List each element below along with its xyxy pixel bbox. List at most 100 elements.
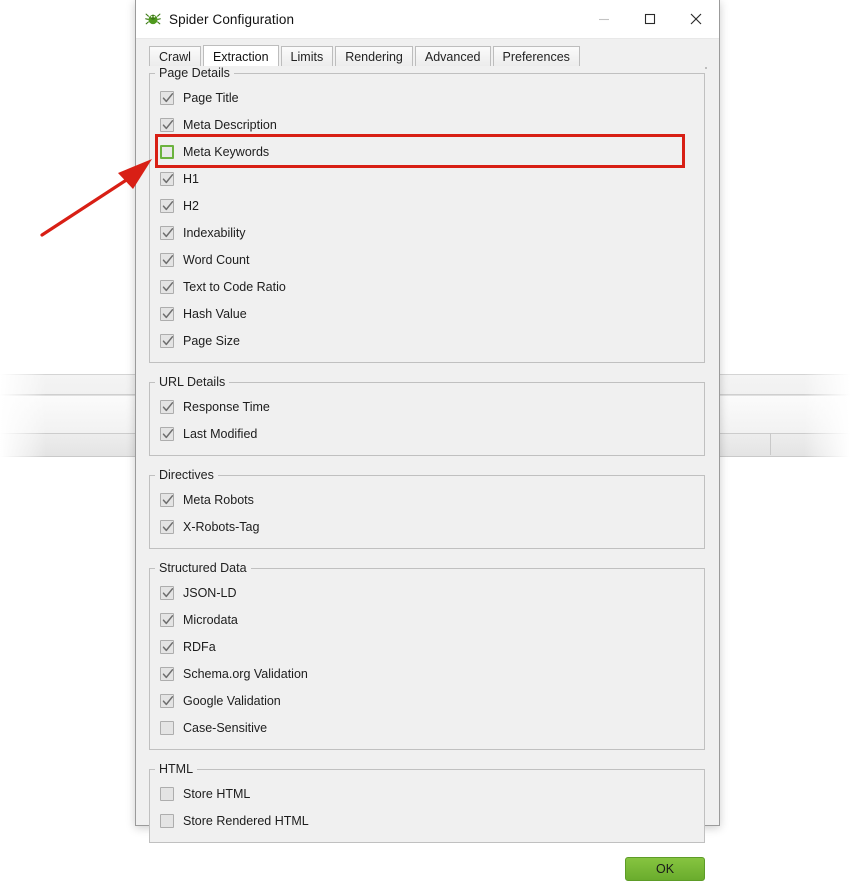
- checkbox-label-text-to-code-ratio: Text to Code Ratio: [183, 280, 286, 294]
- checkbox-row-meta-description[interactable]: Meta Description: [150, 111, 704, 138]
- window-controls: [581, 0, 719, 38]
- checkbox-google-validation[interactable]: [160, 694, 174, 708]
- checkmark-icon: [162, 521, 174, 533]
- close-button[interactable]: [673, 0, 719, 38]
- group-legend-directives: Directives: [155, 468, 218, 482]
- tab-limits[interactable]: Limits: [281, 46, 334, 68]
- group-page-details: Page Details Page Title Meta Description Me…: [149, 66, 705, 363]
- checkbox-word-count[interactable]: [160, 253, 174, 267]
- checkbox-label-h1: H1: [183, 172, 199, 186]
- checkbox-schema-org-validation[interactable]: [160, 667, 174, 681]
- checkmark-icon: [162, 587, 174, 599]
- checkbox-row-page-size[interactable]: Page Size: [150, 327, 704, 354]
- checkbox-row-store-rendered-html[interactable]: Store Rendered HTML: [150, 807, 704, 834]
- checkbox-row-rdfa[interactable]: RDFa: [150, 633, 704, 660]
- checkbox-label-schema-org-validation: Schema.org Validation: [183, 667, 308, 681]
- checkbox-label-microdata: Microdata: [183, 613, 238, 627]
- close-icon: [689, 12, 703, 26]
- checkbox-label-response-time: Response Time: [183, 400, 270, 414]
- checkmark-icon: [162, 614, 174, 626]
- tab-crawl[interactable]: Crawl: [149, 46, 201, 68]
- checkbox-page-title[interactable]: [160, 91, 174, 105]
- checkbox-text-to-code-ratio[interactable]: [160, 280, 174, 294]
- checkbox-row-google-validation[interactable]: Google Validation: [150, 687, 704, 714]
- checkbox-label-last-modified: Last Modified: [183, 427, 257, 441]
- checkbox-label-page-title: Page Title: [183, 91, 239, 105]
- checkmark-icon: [162, 401, 174, 413]
- checkbox-row-x-robots-tag[interactable]: X-Robots-Tag: [150, 513, 704, 540]
- checkbox-label-meta-keywords: Meta Keywords: [183, 145, 269, 159]
- group-legend-url-details: URL Details: [155, 375, 229, 389]
- checkmark-icon: [162, 668, 174, 680]
- checkmark-icon: [162, 641, 174, 653]
- group-legend-page-details: Page Details: [155, 66, 234, 80]
- checkbox-label-indexability: Indexability: [183, 226, 246, 240]
- checkbox-row-meta-keywords[interactable]: Meta Keywords: [150, 138, 704, 165]
- checkbox-case-sensitive[interactable]: [160, 721, 174, 735]
- ok-button[interactable]: OK: [625, 857, 705, 881]
- checkbox-meta-robots[interactable]: [160, 493, 174, 507]
- checkbox-row-hash-value[interactable]: Hash Value: [150, 300, 704, 327]
- tab-advanced[interactable]: Advanced: [415, 46, 491, 68]
- spider-icon: [145, 11, 161, 27]
- checkbox-json-ld[interactable]: [160, 586, 174, 600]
- checkbox-store-html[interactable]: [160, 787, 174, 801]
- checkbox-x-robots-tag[interactable]: [160, 520, 174, 534]
- checkbox-meta-keywords[interactable]: [160, 145, 174, 159]
- minimize-button[interactable]: [581, 0, 627, 38]
- checkbox-row-case-sensitive[interactable]: Case-Sensitive: [150, 714, 704, 741]
- minimize-icon: [598, 13, 610, 25]
- checkbox-h2[interactable]: [160, 199, 174, 213]
- checkbox-row-store-html[interactable]: Store HTML: [150, 780, 704, 807]
- group-directives: Directives Meta Robots X-Robots-Tag: [149, 468, 705, 549]
- checkbox-hash-value[interactable]: [160, 307, 174, 321]
- checkmark-icon: [162, 227, 174, 239]
- background-fade-right: [804, 0, 850, 831]
- maximize-button[interactable]: [627, 0, 673, 38]
- checkmark-icon: [162, 281, 174, 293]
- checkbox-row-response-time[interactable]: Response Time: [150, 393, 704, 420]
- checkbox-rdfa[interactable]: [160, 640, 174, 654]
- checkbox-store-rendered-html[interactable]: [160, 814, 174, 828]
- checkbox-row-indexability[interactable]: Indexability: [150, 219, 704, 246]
- maximize-icon: [644, 13, 656, 25]
- checkbox-h1[interactable]: [160, 172, 174, 186]
- window-title: Spider Configuration: [169, 12, 294, 27]
- checkmark-icon: [162, 254, 174, 266]
- checkbox-meta-description[interactable]: [160, 118, 174, 132]
- group-url-details: URL Details Response Time Last Modified: [149, 375, 705, 456]
- checkbox-label-json-ld: JSON-LD: [183, 586, 236, 600]
- checkbox-label-case-sensitive: Case-Sensitive: [183, 721, 267, 735]
- checkbox-label-meta-description: Meta Description: [183, 118, 277, 132]
- checkbox-row-text-to-code-ratio[interactable]: Text to Code Ratio: [150, 273, 704, 300]
- checkbox-indexability[interactable]: [160, 226, 174, 240]
- checkbox-row-word-count[interactable]: Word Count: [150, 246, 704, 273]
- checkbox-label-google-validation: Google Validation: [183, 694, 281, 708]
- background-divider: [770, 433, 771, 455]
- checkbox-row-meta-robots[interactable]: Meta Robots: [150, 486, 704, 513]
- tab-strip-filler: [582, 46, 707, 68]
- checkbox-row-last-modified[interactable]: Last Modified: [150, 420, 704, 447]
- tab-preferences[interactable]: Preferences: [493, 46, 580, 68]
- checkbox-row-h2[interactable]: H2: [150, 192, 704, 219]
- background-fade-left: [0, 0, 46, 831]
- checkbox-page-size[interactable]: [160, 334, 174, 348]
- checkbox-row-page-title[interactable]: Page Title: [150, 84, 704, 111]
- checkbox-last-modified[interactable]: [160, 427, 174, 441]
- checkbox-label-meta-robots: Meta Robots: [183, 493, 254, 507]
- checkbox-label-h2: H2: [183, 199, 199, 213]
- checkmark-icon: [162, 173, 174, 185]
- checkmark-icon: [162, 494, 174, 506]
- checkbox-label-store-html: Store HTML: [183, 787, 250, 801]
- checkbox-response-time[interactable]: [160, 400, 174, 414]
- checkbox-microdata[interactable]: [160, 613, 174, 627]
- checkbox-row-microdata[interactable]: Microdata: [150, 606, 704, 633]
- checkmark-icon: [162, 428, 174, 440]
- checkbox-row-h1[interactable]: H1: [150, 165, 704, 192]
- checkbox-label-rdfa: RDFa: [183, 640, 216, 654]
- tab-rendering[interactable]: Rendering: [335, 46, 413, 68]
- checkmark-icon: [162, 308, 174, 320]
- checkbox-row-json-ld[interactable]: JSON-LD: [150, 579, 704, 606]
- checkbox-row-schema-org-validation[interactable]: Schema.org Validation: [150, 660, 704, 687]
- checkmark-icon: [162, 119, 174, 131]
